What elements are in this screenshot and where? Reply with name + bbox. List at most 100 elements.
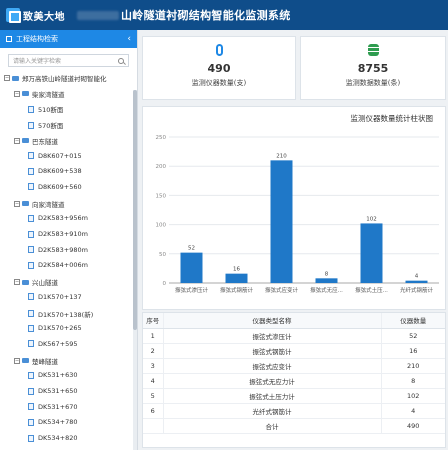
section-icon (28, 324, 34, 332)
tree-item-section[interactable]: D1K570+137 (28, 293, 82, 301)
tree-item-section[interactable]: DK531+630 (28, 371, 78, 379)
folder-icon (22, 201, 29, 207)
data-label: 52 (188, 246, 195, 252)
section-icon (28, 340, 34, 348)
chart-bar (270, 160, 293, 283)
search-placeholder: 请输入关键字检索 (13, 58, 62, 65)
section-icon (28, 387, 34, 395)
tree-item-tunnel[interactable]: − 兴山隧道 (14, 277, 58, 287)
tree-item-label: 570断面 (38, 122, 64, 131)
scrollbar-thumb[interactable] (133, 90, 137, 330)
x-tick-label: 振弦式无应... (310, 286, 343, 294)
data-label: 4 (415, 274, 419, 280)
row-count: 8 (380, 373, 445, 389)
section-icon (28, 183, 34, 191)
chart-bar (405, 280, 428, 283)
chevron-left-icon[interactable]: ‹ (127, 34, 131, 44)
row-count: 102 (380, 388, 445, 404)
tree-item-tunnel[interactable]: − 向家湾隧道 (14, 199, 65, 209)
structure-tree: − 郑万高铁山岭隧道衬砌智能化 − 柴家湾隧道 510断面 570断面 − 巴东隧道 D8K60… (0, 71, 137, 450)
tree-item-label: 柴家湾隧道 (32, 90, 65, 99)
tree-item-label: D8K609+560 (38, 182, 82, 191)
data-label: 16 (233, 267, 240, 273)
logo[interactable]: 致美大地 (6, 8, 65, 23)
y-tick-label: 150 (156, 193, 167, 199)
tree-item-section[interactable]: 510断面 (28, 104, 63, 114)
tree-item-section[interactable]: DK534+780 (28, 418, 78, 426)
section-icon (28, 310, 34, 317)
row-type: 振弦式钢筋计 (163, 343, 381, 359)
row-type: 振弦式渗压计 (163, 328, 381, 344)
tree-item-section[interactable]: 570断面 (28, 120, 63, 130)
section-icon (28, 261, 34, 269)
tree-item-section[interactable]: D1K570+265 (28, 324, 82, 332)
tree-item-label: 510断面 (38, 106, 64, 115)
search-input[interactable]: 请输入关键字检索 (8, 54, 129, 67)
section-icon (28, 121, 34, 129)
section-icon (28, 214, 34, 222)
tree-item-section[interactable]: D2K583+980m (28, 246, 88, 254)
section-icon (28, 418, 34, 426)
sidebar: 工程结构检索 ‹ 请输入关键字检索 − 郑万高铁山岭隧道衬砌智能化 − 柴家湾隧道 51… (0, 30, 138, 450)
tree-item-label: D1K570+265 (38, 324, 82, 333)
collapse-toggle-icon[interactable]: − (14, 90, 20, 97)
tree-item-section[interactable]: D2K584+006m (28, 261, 88, 269)
row-index: 4 (143, 373, 164, 389)
data-label: 8 (325, 271, 329, 277)
collapse-toggle-icon[interactable]: − (14, 137, 20, 144)
tree-item-section[interactable]: D1K570+138(新) (28, 309, 93, 319)
tree-item-section[interactable]: D2K583+910m (28, 230, 88, 238)
tree-item-section[interactable]: DK567+595 (28, 340, 78, 348)
tree-item-section[interactable]: D8K609+560 (28, 183, 82, 191)
folder-icon (12, 75, 19, 81)
section-icon (28, 230, 34, 238)
table-row[interactable]: 2 振弦式钢筋计 16 (143, 343, 445, 359)
tree-item-tunnel[interactable]: − 巴东隧道 (14, 136, 58, 146)
table-row[interactable]: 6 光纤式钢筋计 4 (143, 403, 445, 419)
tree-item-section[interactable]: D8K607+015 (28, 152, 82, 160)
chart-panel: 监测仪器数量统计柱状图 0 50 100 150 200 250 52 振弦式渗压计 16 振弦式… (142, 106, 446, 310)
collapse-toggle-icon[interactable]: − (4, 75, 10, 81)
row-index: 6 (143, 403, 164, 419)
sidebar-title: 工程结构检索 (16, 35, 58, 43)
tree-item-project[interactable]: − 郑万高铁山岭隧道衬砌智能化 (4, 73, 107, 83)
collapse-toggle-icon[interactable]: − (14, 200, 20, 207)
row-index: 3 (143, 358, 164, 374)
search-icon[interactable] (118, 57, 124, 64)
col-header-index: 序号 (143, 313, 164, 329)
table-row[interactable]: 5 振弦式土压力计 102 (143, 388, 445, 404)
row-type: 振弦式应变计 (163, 358, 381, 374)
table-row[interactable]: 3 振弦式应变计 210 (143, 358, 445, 374)
tree-item-label: 楚峰隧道 (32, 357, 58, 366)
tree-item-label: 向家湾隧道 (32, 200, 65, 209)
tree-item-label: DK567+595 (38, 339, 78, 348)
tree-item-label: D2K583+980m (38, 245, 88, 254)
tree-item-section[interactable]: D2K583+956m (28, 214, 88, 222)
tree-item-tunnel[interactable]: − 柴家湾隧道 (14, 89, 65, 99)
tree-item-label: DK531+650 (38, 387, 78, 395)
logo-icon (6, 8, 21, 23)
data-label: 102 (366, 216, 377, 222)
table-row[interactable]: 4 振弦式无应力计 8 (143, 373, 445, 389)
tree-item-label: DK534+820 (38, 434, 78, 443)
table-row[interactable]: 1 振弦式渗压计 52 (143, 328, 445, 344)
tree-item-section[interactable]: D8K609+538 (28, 167, 82, 175)
tree-item-label: 巴东隧道 (32, 137, 58, 146)
total-index (143, 418, 164, 434)
folder-icon (22, 358, 29, 364)
collapse-toggle-icon[interactable]: − (14, 357, 20, 364)
section-icon (28, 167, 34, 175)
tree-item-label: 郑万高铁山岭隧道衬砌智能化 (22, 75, 107, 83)
sidebar-header: 工程结构检索 ‹ (0, 30, 137, 48)
app-title: 山岭隧道衬砌结构智能化监测系统 (121, 9, 291, 22)
tree-item-tunnel[interactable]: − 楚峰隧道 (14, 356, 58, 366)
row-count: 16 (380, 343, 445, 359)
collapse-toggle-icon[interactable]: − (14, 279, 20, 286)
tree-item-section[interactable]: DK531+670 (28, 403, 78, 411)
instrument-table-panel: 序号 仪器类型名称 仪器数量 1 振弦式渗压计 52 2 振弦式钢筋计 16 3 振弦式应变计… (142, 312, 446, 448)
chart-bar (315, 278, 338, 283)
tree-item-section[interactable]: DK534+820 (28, 434, 78, 442)
tree-item-section[interactable]: DK531+650 (28, 387, 78, 395)
x-tick-label: 振弦式钢筋计 (220, 286, 254, 294)
data-count-card: 8755 监测数据数量(条) (300, 36, 446, 100)
